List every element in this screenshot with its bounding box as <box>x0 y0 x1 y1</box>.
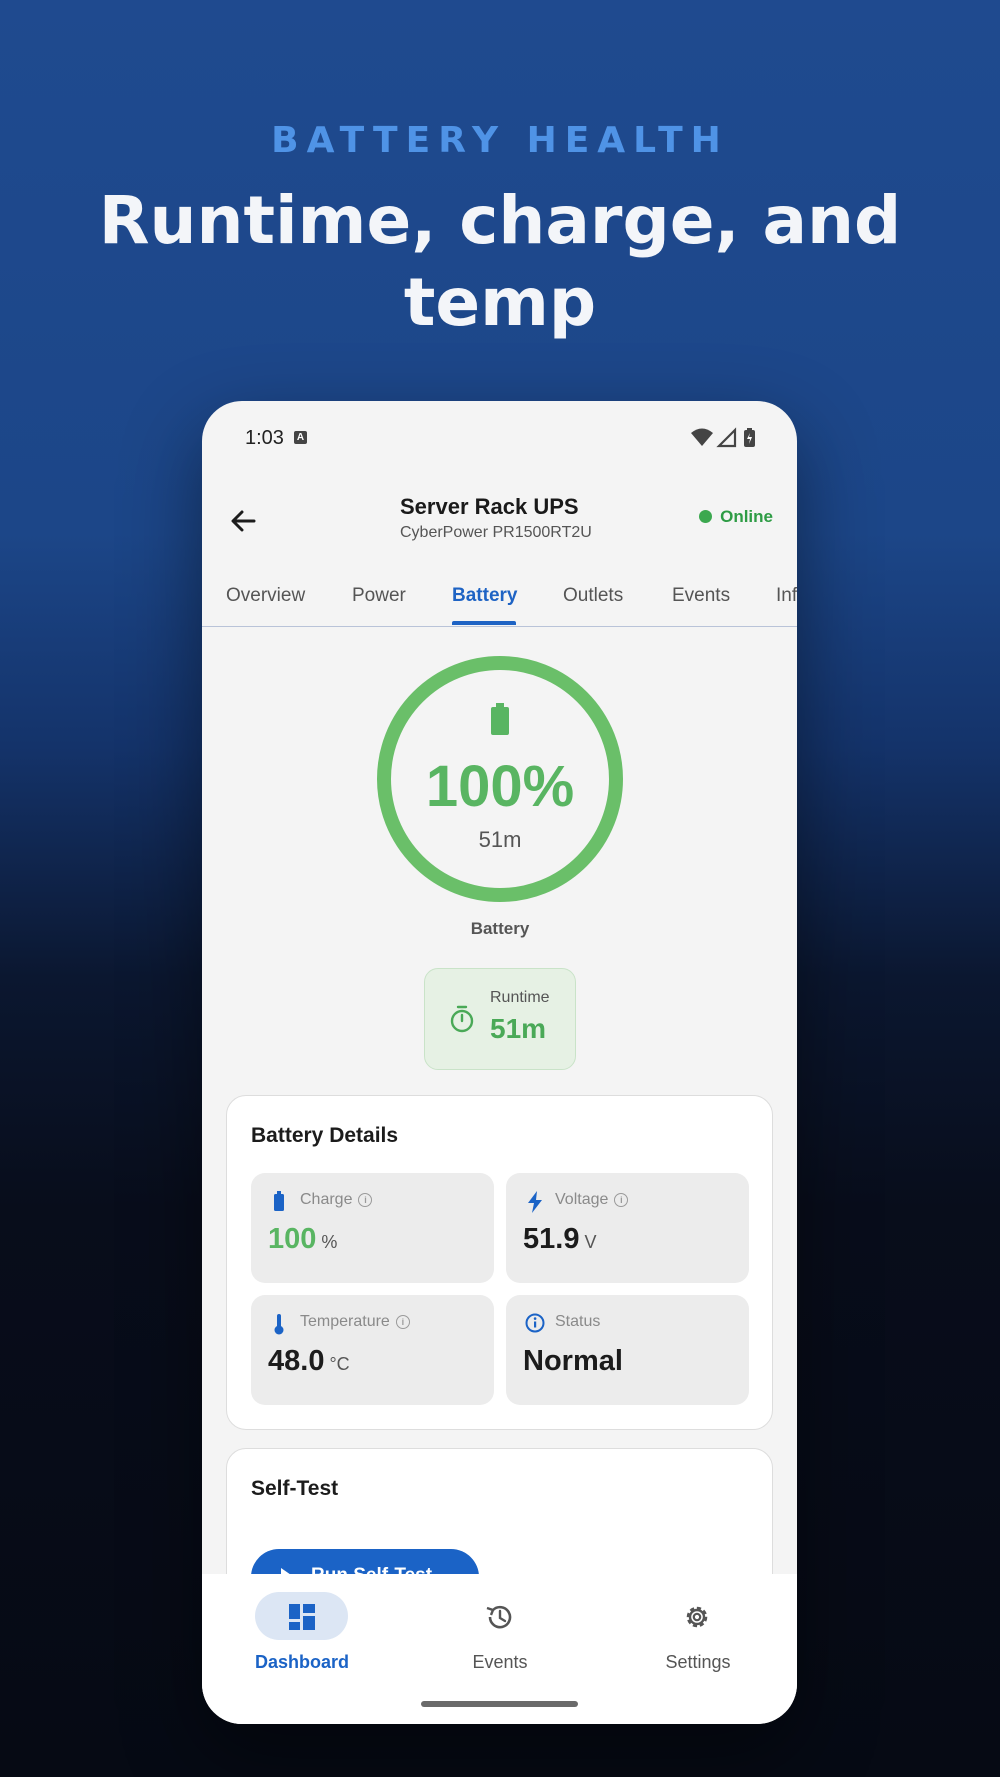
gauge-runtime: 51m <box>478 827 522 852</box>
tab-battery[interactable]: Battery <box>452 585 517 607</box>
signal-icon <box>716 427 737 448</box>
info-icon[interactable]: i <box>395 1315 410 1329</box>
nav-settings[interactable]: Settings <box>618 1592 778 1692</box>
charge-number: 100 <box>268 1223 317 1255</box>
tab-info[interactable]: Inf <box>776 585 797 607</box>
nav-dashboard[interactable]: Dashboard <box>222 1592 382 1692</box>
charge-tile: Charge i 100% <box>251 1173 494 1283</box>
voltage-unit: V <box>584 1232 597 1252</box>
tab-bar: Overview Power Battery Outlets Events In… <box>202 577 797 627</box>
home-indicator[interactable] <box>421 1701 578 1707</box>
tab-power[interactable]: Power <box>352 585 406 607</box>
runtime-value: 51m <box>490 1013 547 1044</box>
device-model: CyberPower PR1500RT2U <box>400 524 592 541</box>
thermometer-icon <box>274 1314 284 1335</box>
battery-percent: 100% <box>425 754 575 819</box>
status-tile: Status Normal <box>506 1295 749 1405</box>
temperature-unit: °C <box>329 1354 350 1374</box>
charge-unit: % <box>321 1232 338 1252</box>
self-test-title: Self-Test <box>251 1477 339 1500</box>
a-icon: A <box>294 431 307 444</box>
history-icon <box>486 1605 512 1629</box>
battery-icon <box>274 1191 284 1211</box>
voltage-tile: Voltage i 51.9 V <box>506 1173 749 1283</box>
tile-label: Temperature i <box>300 1313 410 1331</box>
hero-title: Runtime, charge, and temp <box>98 182 902 341</box>
title-block: Server Rack UPS CyberPower PR1500RT2U <box>400 494 660 542</box>
back-arrow-icon[interactable] <box>222 499 266 543</box>
nav-pill <box>453 1592 546 1640</box>
charge-label: Charge <box>300 1191 353 1208</box>
tab-events[interactable]: Events <box>672 585 730 607</box>
gear-icon <box>686 1606 708 1628</box>
info-icon[interactable]: i <box>358 1193 373 1207</box>
status-label: Status <box>555 1313 601 1330</box>
tab-overview[interactable]: Overview <box>226 585 305 607</box>
status-bar: 1:03 A <box>202 401 797 477</box>
battery-charging-icon <box>744 428 755 447</box>
runtime-chip: Runtime 51m <box>424 968 576 1070</box>
charge-value: 100% <box>268 1223 337 1256</box>
status-value: Normal <box>523 1345 623 1377</box>
voltage-number: 51.9 <box>523 1223 580 1255</box>
info-icon[interactable]: i <box>614 1193 629 1207</box>
timer-icon <box>450 1005 474 1033</box>
bottom-nav: Dashboard Events Settings <box>202 1574 797 1724</box>
battery-icon <box>491 703 509 735</box>
tile-label: Voltage i <box>555 1191 629 1209</box>
temperature-label: Temperature <box>300 1313 390 1330</box>
tile-label: Charge i <box>300 1191 373 1209</box>
device-title: Server Rack UPS <box>400 494 579 519</box>
wifi-icon <box>691 428 713 446</box>
voltage-value: 51.9 V <box>523 1223 596 1256</box>
hero-kicker: BATTERY HEALTH <box>271 120 729 161</box>
status-time: 1:03 <box>245 427 284 449</box>
dashboard-icon <box>289 1604 315 1630</box>
bolt-icon <box>528 1191 542 1213</box>
temperature-value: 48.0 °C <box>268 1345 350 1378</box>
app-bar: Server Rack UPS CyberPower PR1500RT2U On… <box>202 477 797 577</box>
temperature-tile: Temperature i 48.0 °C <box>251 1295 494 1405</box>
nav-dashboard-label: Dashboard <box>254 1652 350 1672</box>
status-icons <box>691 427 755 448</box>
phone-frame: 1:03 A Server Rack UPS CyberPower PR1500… <box>202 401 797 1724</box>
nav-active-pill <box>255 1592 348 1640</box>
nav-pill <box>651 1592 744 1640</box>
nav-events-label: Events <box>472 1652 528 1672</box>
battery-details-card: Battery Details Charge i 100% Voltage i 51… <box>226 1095 773 1430</box>
gauge-label: Battery <box>470 919 530 938</box>
temperature-number: 48.0 <box>268 1345 325 1377</box>
nav-settings-label: Settings <box>665 1652 731 1672</box>
status-badge: Online <box>699 507 773 527</box>
status-badge-label: Online <box>720 507 773 526</box>
online-dot-icon <box>699 510 713 523</box>
nav-events[interactable]: Events <box>420 1592 580 1692</box>
tab-outlets[interactable]: Outlets <box>563 585 623 607</box>
tile-label: Status <box>555 1313 600 1331</box>
battery-details-title: Battery Details <box>251 1124 399 1147</box>
runtime-label: Runtime <box>490 989 550 1006</box>
voltage-label: Voltage <box>555 1191 609 1208</box>
info-icon <box>525 1313 545 1333</box>
tab-indicator <box>452 621 516 625</box>
